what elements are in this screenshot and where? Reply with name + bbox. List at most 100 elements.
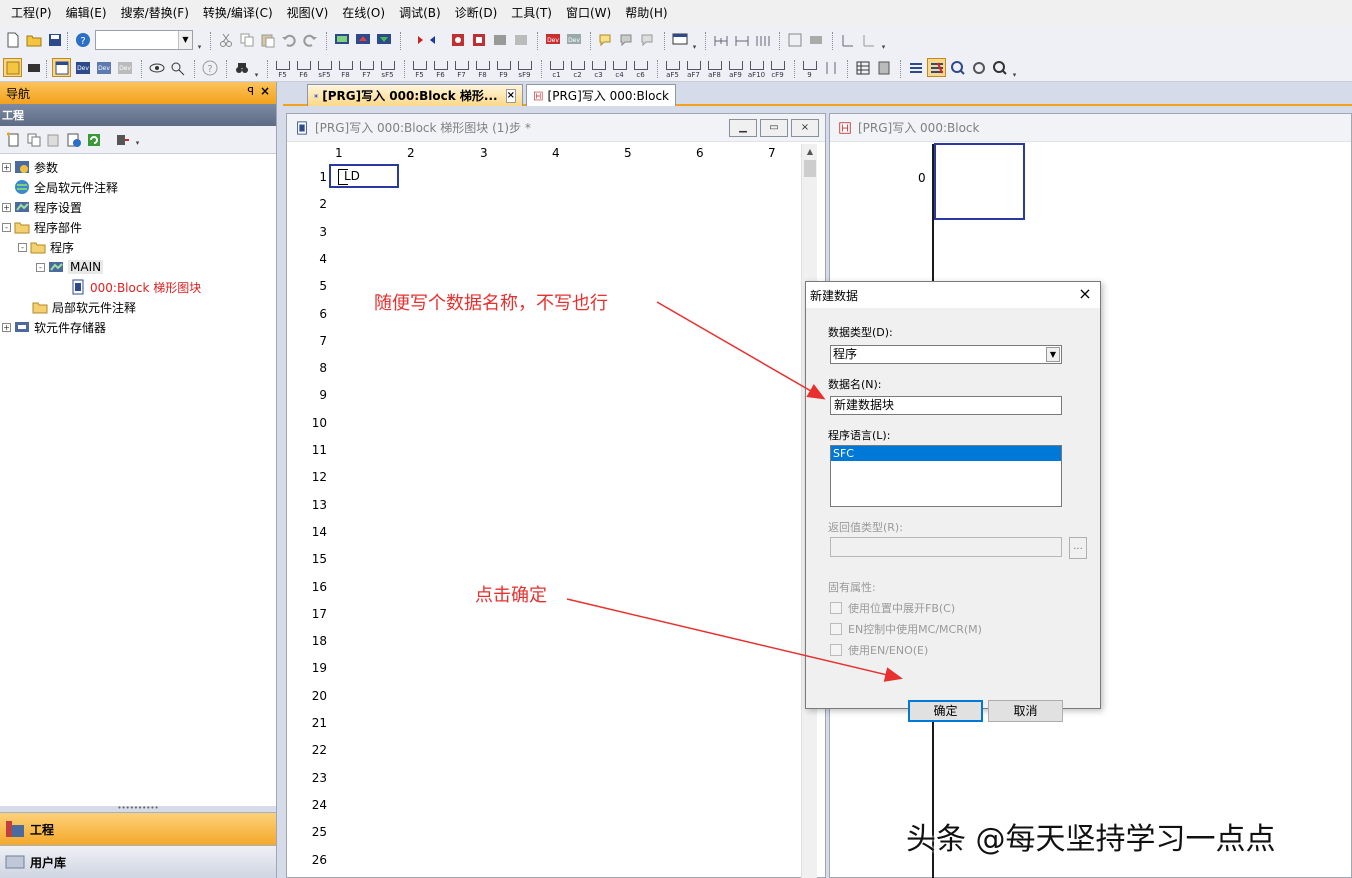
invert-icon[interactable]: c6 xyxy=(630,57,651,79)
new-file-icon[interactable] xyxy=(3,31,22,50)
cut-icon[interactable] xyxy=(216,31,235,50)
close-icon[interactable]: × xyxy=(1076,284,1094,303)
tree-item-block[interactable]: 000:Block 梯形图块 xyxy=(0,277,276,297)
comment-edit-icon[interactable] xyxy=(596,31,615,50)
scrollbar-thumb[interactable] xyxy=(804,160,816,177)
undo-icon[interactable] xyxy=(279,31,298,50)
dev-list-icon[interactable]: Dev xyxy=(94,58,113,77)
chevron-down-icon[interactable]: ▼ xyxy=(1046,347,1060,362)
device-write-icon[interactable] xyxy=(353,31,372,50)
device-list-icon[interactable] xyxy=(806,31,825,50)
insert-column-icon[interactable] xyxy=(753,31,772,50)
watch-eye-icon[interactable] xyxy=(147,58,166,77)
toolbar-options-icon[interactable]: ▾ xyxy=(252,57,261,79)
toolbar-options-icon[interactable]: ▾ xyxy=(690,29,699,51)
save-icon[interactable] xyxy=(45,31,64,50)
navigation-toggle-icon[interactable] xyxy=(3,58,22,77)
project-view-button[interactable]: 工程 xyxy=(0,812,276,845)
rising-edge-icon[interactable]: F9 xyxy=(493,57,514,79)
refresh-icon[interactable] xyxy=(85,130,103,149)
ladder-view-icon[interactable] xyxy=(906,58,925,77)
alt-f10-icon[interactable]: aF10 xyxy=(746,57,767,79)
maximize-icon[interactable]: ▭ xyxy=(760,119,788,137)
data-name-input[interactable]: 新建数据块 xyxy=(830,396,1062,415)
partner-list-icon[interactable] xyxy=(24,58,43,77)
data-type-select[interactable]: 程序 ▼ xyxy=(830,345,1062,364)
tab-program-block[interactable]: [PRG]写入 000:Block xyxy=(526,84,676,106)
menu-project[interactable]: 工程(P) xyxy=(4,0,59,26)
open-folder-icon[interactable] xyxy=(24,31,43,50)
ladder-zoom-icon[interactable] xyxy=(927,58,946,77)
expand-icon[interactable]: + xyxy=(2,202,11,212)
menu-diagnostics[interactable]: 诊断(D) xyxy=(448,0,505,26)
f9-icon[interactable]: 9 xyxy=(799,57,820,79)
plc-clear-icon[interactable] xyxy=(511,31,530,50)
display-settings-icon[interactable] xyxy=(114,130,132,149)
instruction-cell[interactable]: LD xyxy=(329,164,399,188)
parallel-contact-icon[interactable]: F6 xyxy=(293,57,314,79)
menu-search-replace[interactable]: 搜索/替换(F) xyxy=(114,0,196,26)
collapse-icon[interactable]: - xyxy=(18,242,27,252)
application-inst-icon[interactable]: sF5 xyxy=(377,57,398,79)
alt-f8-icon[interactable]: aF8 xyxy=(704,57,725,79)
output-window-icon[interactable] xyxy=(52,58,71,77)
context-help-icon[interactable]: ? xyxy=(200,58,219,77)
calc-icon[interactable] xyxy=(874,58,893,77)
chevron-down-icon[interactable]: ▼ xyxy=(178,31,192,49)
horizontal-line-icon[interactable]: F6 xyxy=(430,57,451,79)
insert-row-icon[interactable] xyxy=(711,31,730,50)
falling-edge-icon[interactable]: sF9 xyxy=(514,57,535,79)
zoom-in-icon[interactable] xyxy=(948,58,967,77)
toolbar-options-icon[interactable]: ▾ xyxy=(195,29,204,51)
plc-memory-icon[interactable] xyxy=(490,31,509,50)
vertical-line-icon[interactable]: F5 xyxy=(409,57,430,79)
ok-button[interactable]: 确定 xyxy=(908,700,983,722)
menu-view[interactable]: 视图(V) xyxy=(280,0,336,26)
help-icon[interactable]: ? xyxy=(73,31,92,50)
paste-icon[interactable] xyxy=(258,31,277,50)
program-language-list[interactable]: SFC xyxy=(830,445,1062,507)
note-icon[interactable] xyxy=(638,31,657,50)
closed-contact-icon[interactable]: F8 xyxy=(335,57,356,79)
pulse-neg-icon[interactable]: c3 xyxy=(588,57,609,79)
collapse-icon[interactable]: - xyxy=(2,222,11,232)
tree-item-parameters[interactable]: + 参数 xyxy=(0,157,276,177)
close-icon[interactable]: × xyxy=(260,84,270,98)
menu-edit[interactable]: 编辑(E) xyxy=(59,0,114,26)
coil-icon[interactable]: F7 xyxy=(356,57,377,79)
search-combo[interactable]: ▼ xyxy=(95,30,193,50)
settings-icon[interactable] xyxy=(969,58,988,77)
tree-item-main[interactable]: - MAIN xyxy=(0,257,276,277)
menu-convert-compile[interactable]: 转换/编译(C) xyxy=(196,0,280,26)
simulation-stop-icon[interactable]: Dev xyxy=(564,31,583,50)
tree-item-device-memory[interactable]: + 软元件存储器 xyxy=(0,317,276,337)
expand-icon[interactable]: + xyxy=(2,322,11,332)
copy-data-icon[interactable] xyxy=(25,130,43,149)
user-library-button[interactable]: 用户库 xyxy=(0,845,276,878)
device-monitor-icon[interactable] xyxy=(332,31,351,50)
parallel-open-icon[interactable]: sF5 xyxy=(314,57,335,79)
alt-f9-icon[interactable]: aF9 xyxy=(725,57,746,79)
cross-reference-icon[interactable] xyxy=(785,31,804,50)
alt-f7-icon[interactable]: aF7 xyxy=(683,57,704,79)
cancel-button[interactable]: 取消 xyxy=(988,700,1063,722)
redo-icon[interactable] xyxy=(300,31,319,50)
minimize-icon[interactable]: ▁ xyxy=(729,119,757,137)
monitor-stop-icon[interactable] xyxy=(859,31,878,50)
scroll-up-icon[interactable]: ▲ xyxy=(802,144,818,160)
simulation-start-icon[interactable]: Dev xyxy=(543,31,562,50)
tab-ladder-block[interactable]: [PRG]写入 000:Block 梯形... × xyxy=(307,84,523,106)
language-option-sfc[interactable]: SFC xyxy=(831,446,1061,461)
dev-batch-icon[interactable]: Dev xyxy=(115,58,134,77)
write-to-plc-icon[interactable] xyxy=(406,31,425,50)
toolbar-options-icon[interactable]: ▾ xyxy=(879,29,888,51)
table-icon[interactable] xyxy=(853,58,872,77)
editor-rows[interactable]: 1 2 3 4 5 6 7 8 9 10 11 12 13 14 15 16 17 18 19 20 21 22 23 24 2… xyxy=(295,164,805,878)
statement-icon[interactable] xyxy=(617,31,636,50)
tree-item-program-settings[interactable]: + 程序设置 xyxy=(0,197,276,217)
menu-window[interactable]: 窗口(W) xyxy=(559,0,618,26)
properties-icon[interactable] xyxy=(65,130,83,149)
menu-help[interactable]: 帮助(H) xyxy=(618,0,674,26)
line-write-icon[interactable]: F7 xyxy=(451,57,472,79)
pin-icon[interactable]: ꟼ xyxy=(247,85,254,98)
